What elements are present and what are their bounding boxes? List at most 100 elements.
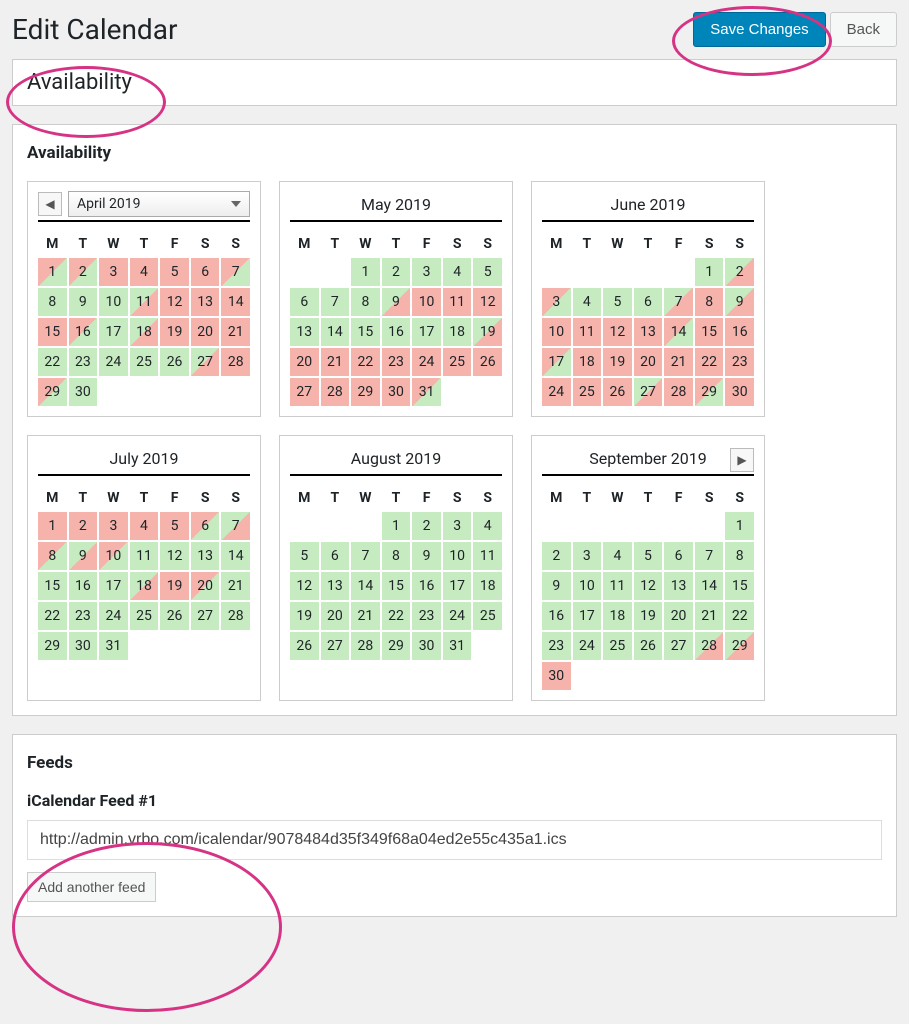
calendar-day[interactable]: 4 [443,258,472,286]
calendar-day[interactable]: 26 [603,378,632,406]
calendar-day[interactable]: 7 [351,542,380,570]
calendar-day[interactable]: 29 [725,632,754,660]
calendar-day[interactable]: 3 [99,512,128,540]
calendar-day[interactable]: 5 [160,512,189,540]
calendar-day[interactable]: 3 [412,258,441,286]
save-button[interactable]: Save Changes [693,12,825,47]
calendar-day[interactable]: 7 [221,258,250,286]
calendar-day[interactable]: 16 [382,318,411,346]
calendar-day[interactable]: 6 [634,288,663,316]
calendar-day[interactable]: 20 [290,348,319,376]
calendar-day[interactable]: 22 [38,348,67,376]
calendar-day[interactable]: 17 [99,572,128,600]
calendar-day[interactable]: 22 [725,602,754,630]
calendar-day[interactable]: 30 [69,378,98,406]
calendar-day[interactable]: 9 [69,288,98,316]
back-button[interactable]: Back [830,12,897,47]
calendar-day[interactable]: 20 [664,602,693,630]
calendar-day[interactable]: 19 [160,318,189,346]
calendar-day[interactable]: 12 [160,288,189,316]
calendar-day[interactable]: 13 [191,288,220,316]
calendar-day[interactable]: 10 [412,288,441,316]
calendar-day[interactable]: 20 [321,602,350,630]
calendar-day[interactable]: 7 [321,288,350,316]
calendar-day[interactable]: 17 [573,602,602,630]
calendar-day[interactable]: 29 [38,632,67,660]
calendar-day[interactable]: 23 [69,348,98,376]
calendar-day[interactable]: 30 [412,632,441,660]
calendar-day[interactable]: 1 [382,512,411,540]
calendar-day[interactable]: 30 [69,632,98,660]
calendar-day[interactable]: 2 [725,258,754,286]
calendar-day[interactable]: 10 [542,318,571,346]
calendar-day[interactable]: 24 [412,348,441,376]
calendar-day[interactable]: 19 [160,572,189,600]
calendar-day[interactable]: 30 [725,378,754,406]
calendar-day[interactable]: 1 [38,512,67,540]
calendar-day[interactable]: 6 [191,258,220,286]
calendar-day[interactable]: 26 [634,632,663,660]
calendar-day[interactable]: 31 [412,378,441,406]
calendar-day[interactable]: 23 [69,602,98,630]
calendar-day[interactable]: 27 [191,348,220,376]
tab-availability[interactable]: Availability [12,59,897,106]
calendar-day[interactable]: 31 [99,632,128,660]
calendar-day[interactable]: 12 [160,542,189,570]
calendar-day[interactable]: 13 [290,318,319,346]
calendar-day[interactable]: 2 [412,512,441,540]
calendar-day[interactable]: 6 [191,512,220,540]
calendar-day[interactable]: 18 [473,572,502,600]
calendar-day[interactable]: 24 [99,348,128,376]
calendar-day[interactable]: 20 [191,318,220,346]
calendar-day[interactable]: 15 [38,318,67,346]
calendar-day[interactable]: 24 [443,602,472,630]
calendar-day[interactable]: 16 [542,602,571,630]
calendar-day[interactable]: 18 [130,318,159,346]
calendar-day[interactable]: 30 [382,378,411,406]
calendar-day[interactable]: 27 [664,632,693,660]
calendar-day[interactable]: 13 [634,318,663,346]
calendar-day[interactable]: 18 [603,602,632,630]
calendar-day[interactable]: 9 [382,288,411,316]
calendar-day[interactable]: 8 [38,288,67,316]
calendar-day[interactable]: 25 [473,602,502,630]
calendar-day[interactable]: 13 [321,572,350,600]
calendar-day[interactable]: 10 [99,542,128,570]
calendar-day[interactable]: 10 [99,288,128,316]
calendar-day[interactable]: 10 [443,542,472,570]
calendar-day[interactable]: 6 [290,288,319,316]
calendar-day[interactable]: 13 [664,572,693,600]
calendar-day[interactable]: 16 [725,318,754,346]
calendar-day[interactable]: 24 [573,632,602,660]
calendar-day[interactable]: 23 [725,348,754,376]
calendar-day[interactable]: 9 [412,542,441,570]
calendar-day[interactable]: 7 [664,288,693,316]
calendar-day[interactable]: 26 [160,602,189,630]
calendar-day[interactable]: 25 [603,632,632,660]
calendar-day[interactable]: 22 [695,348,724,376]
calendar-day[interactable]: 11 [573,318,602,346]
calendar-day[interactable]: 29 [38,378,67,406]
calendar-day[interactable]: 5 [473,258,502,286]
calendar-day[interactable]: 12 [473,288,502,316]
calendar-day[interactable]: 29 [382,632,411,660]
calendar-day[interactable]: 16 [69,318,98,346]
calendar-day[interactable]: 28 [221,602,250,630]
calendar-day[interactable]: 14 [321,318,350,346]
calendar-day[interactable]: 15 [38,572,67,600]
calendar-day[interactable]: 14 [221,288,250,316]
calendar-day[interactable]: 27 [191,602,220,630]
calendar-day[interactable]: 3 [99,258,128,286]
calendar-day[interactable]: 25 [573,378,602,406]
calendar-day[interactable]: 28 [221,348,250,376]
calendar-day[interactable]: 26 [290,632,319,660]
calendar-day[interactable]: 1 [38,258,67,286]
calendar-day[interactable]: 1 [351,258,380,286]
calendar-day[interactable]: 8 [351,288,380,316]
calendar-day[interactable]: 12 [603,318,632,346]
calendar-day[interactable]: 21 [695,602,724,630]
calendar-day[interactable]: 29 [351,378,380,406]
next-month-icon[interactable]: ▶ [730,448,754,472]
calendar-day[interactable]: 21 [321,348,350,376]
calendar-day[interactable]: 22 [38,602,67,630]
